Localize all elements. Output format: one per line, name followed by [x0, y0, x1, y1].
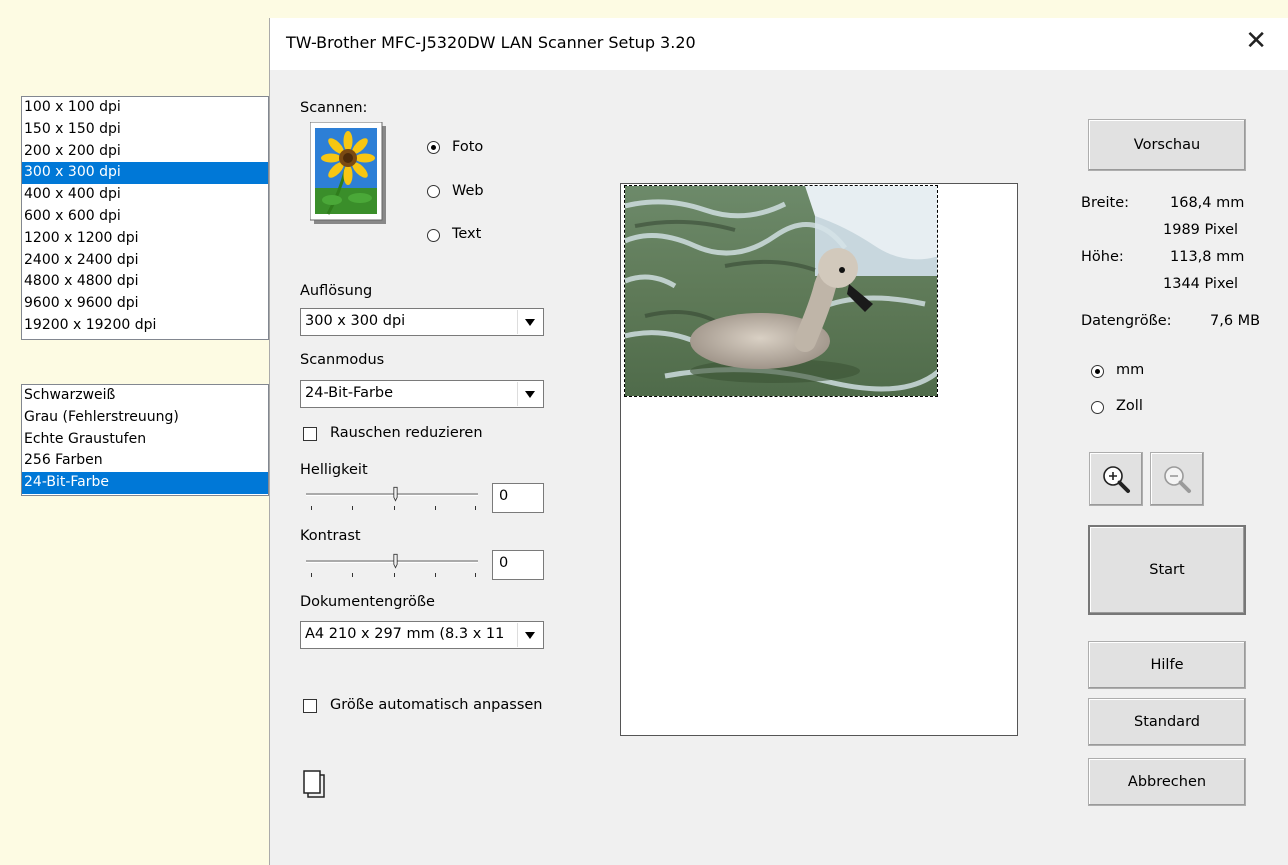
- resolution-label: Auflösung: [300, 283, 373, 299]
- contrast-slider[interactable]: [306, 553, 482, 581]
- slider-tick: [435, 573, 436, 577]
- slider-track: [306, 493, 478, 496]
- height-px-value: 1344 Pixel: [1163, 276, 1239, 292]
- zoom-in-button[interactable]: [1089, 452, 1143, 506]
- docsize-value: A4 210 x 297 mm (8.3 x 11: [305, 626, 505, 642]
- noise-label: Rauschen reduzieren: [330, 425, 483, 441]
- radio-foto[interactable]: [427, 141, 440, 154]
- width-mm-value: 168,4 mm: [1170, 195, 1245, 211]
- standard-button-label: Standard: [1134, 714, 1200, 730]
- preview-button-label: Vorschau: [1133, 137, 1201, 153]
- scanmode-list-item[interactable]: 256 Farben: [22, 450, 268, 472]
- slider-tick: [435, 506, 436, 510]
- slider-track: [306, 560, 478, 563]
- resolution-value: 300 x 300 dpi: [305, 313, 406, 329]
- autosize-checkbox[interactable]: [303, 699, 317, 713]
- chevron-down-icon[interactable]: [517, 382, 542, 406]
- resolution-list-item[interactable]: 150 x 150 dpi: [22, 119, 268, 141]
- slider-tick: [311, 573, 312, 577]
- radio-mm-label: mm: [1116, 362, 1145, 378]
- radio-zoll-label: Zoll: [1116, 398, 1143, 414]
- contrast-input[interactable]: 0: [492, 550, 544, 580]
- slider-tick: [352, 573, 353, 577]
- slider-tick: [352, 506, 353, 510]
- scanner-setup-dialog: TW-Brother MFC-J5320DW LAN Scanner Setup…: [269, 18, 1288, 865]
- radio-text[interactable]: [427, 229, 440, 242]
- noise-checkbox[interactable]: [303, 427, 317, 441]
- standard-button[interactable]: Standard: [1088, 698, 1246, 746]
- radio-text-label: Text: [452, 226, 482, 242]
- help-button[interactable]: Hilfe: [1088, 641, 1246, 689]
- scanmode-listbox[interactable]: Schwarzweiß Grau (Fehlerstreuung) Echte Gr…: [21, 384, 269, 496]
- resolution-list-item[interactable]: 200 x 200 dpi: [22, 141, 268, 163]
- scanmode-list-item[interactable]: Schwarzweiß: [22, 385, 268, 407]
- resolution-combo[interactable]: 300 x 300 dpi: [300, 308, 544, 336]
- brightness-input[interactable]: 0: [492, 483, 544, 513]
- slider-tick: [311, 506, 312, 510]
- radio-web[interactable]: [427, 185, 440, 198]
- slider-tick: [475, 573, 476, 577]
- resolution-list-item[interactable]: 400 x 400 dpi: [22, 184, 268, 206]
- start-button[interactable]: Start: [1088, 525, 1246, 615]
- resolution-listbox[interactable]: 100 x 100 dpi 150 x 150 dpi 200 x 200 dpi 3…: [21, 96, 269, 340]
- scanmode-list-item[interactable]: 24-Bit-Farbe: [22, 472, 268, 494]
- zoom-out-button[interactable]: [1150, 452, 1204, 506]
- slider-tick: [394, 506, 395, 510]
- contrast-value: 0: [499, 555, 509, 571]
- radio-zoll[interactable]: [1091, 401, 1104, 414]
- sunflower-photo-icon: [309, 121, 386, 224]
- slider-tick: [394, 573, 395, 577]
- height-mm-value: 113,8 mm: [1170, 249, 1245, 265]
- scanmode-value: 24-Bit-Farbe: [305, 385, 394, 401]
- autosize-label: Größe automatisch anpassen: [330, 697, 543, 713]
- radio-web-label: Web: [452, 183, 484, 199]
- datasize-label: Datengröße:: [1081, 313, 1172, 329]
- width-label: Breite:: [1081, 195, 1130, 211]
- contrast-label: Kontrast: [300, 528, 361, 544]
- docsize-combo[interactable]: A4 210 x 297 mm (8.3 x 11: [300, 621, 544, 649]
- preview-button[interactable]: Vorschau: [1088, 119, 1246, 171]
- chevron-down-icon[interactable]: [517, 623, 542, 647]
- zoom-in-icon: [1103, 466, 1130, 493]
- resolution-list-item[interactable]: 100 x 100 dpi: [22, 97, 268, 119]
- zoom-out-icon: [1164, 466, 1191, 493]
- scanmode-label: Scanmodus: [300, 352, 385, 368]
- scan-label: Scannen:: [300, 100, 368, 116]
- brightness-label: Helligkeit: [300, 462, 368, 478]
- radio-mm[interactable]: [1091, 365, 1104, 378]
- datasize-value: 7,6 MB: [1210, 313, 1261, 329]
- resolution-list-item[interactable]: 2400 x 2400 dpi: [22, 250, 268, 272]
- resolution-list-item[interactable]: 300 x 300 dpi: [22, 162, 268, 185]
- start-button-label: Start: [1149, 562, 1185, 578]
- resolution-list-item[interactable]: 600 x 600 dpi: [22, 206, 268, 228]
- width-px-value: 1989 Pixel: [1163, 222, 1239, 238]
- resolution-list-item[interactable]: 4800 x 4800 dpi: [22, 271, 268, 293]
- height-label: Höhe:: [1081, 249, 1124, 265]
- resolution-list-item[interactable]: 1200 x 1200 dpi: [22, 228, 268, 250]
- resolution-list-item[interactable]: 9600 x 9600 dpi: [22, 293, 268, 315]
- brightness-slider[interactable]: [306, 486, 482, 514]
- scanmode-list-item[interactable]: Grau (Fehlerstreuung): [22, 407, 268, 429]
- slider-thumb[interactable]: [393, 486, 398, 502]
- chevron-down-icon[interactable]: [517, 310, 542, 334]
- dialog-title: TW-Brother MFC-J5320DW LAN Scanner Setup…: [286, 33, 696, 52]
- scan-preview-image[interactable]: [624, 185, 938, 397]
- cancel-button[interactable]: Abbrechen: [1088, 758, 1246, 806]
- docsize-label: Dokumentengröße: [300, 594, 435, 610]
- help-button-label: Hilfe: [1150, 657, 1184, 673]
- close-icon[interactable]: ✕: [1245, 26, 1267, 56]
- resolution-list-item[interactable]: 19200 x 19200 dpi: [22, 315, 268, 337]
- scanmode-combo[interactable]: 24-Bit-Farbe: [300, 380, 544, 408]
- slider-thumb[interactable]: [393, 553, 398, 569]
- title-bar: TW-Brother MFC-J5320DW LAN Scanner Setup…: [270, 18, 1288, 70]
- radio-foto-label: Foto: [452, 139, 484, 155]
- scanmode-list-item[interactable]: Echte Graustufen: [22, 429, 268, 451]
- brightness-value: 0: [499, 488, 509, 504]
- copy-pages-icon[interactable]: [303, 770, 327, 800]
- slider-tick: [475, 506, 476, 510]
- cancel-button-label: Abbrechen: [1127, 774, 1207, 790]
